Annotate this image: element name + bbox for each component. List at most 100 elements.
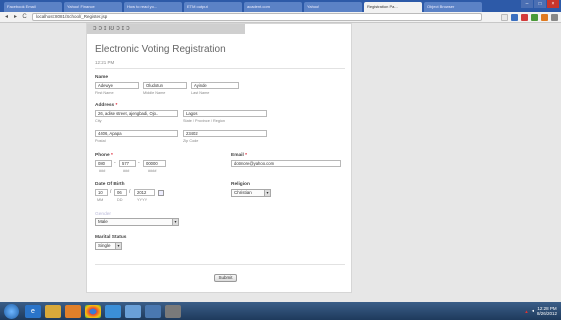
browser-toolbar: ◂ ▸ C localhost:8081/School/_Register.js… (0, 12, 561, 23)
dob-month-sublabel: MM (97, 198, 104, 202)
gender-selected: Male (98, 219, 108, 224)
phone-label: Phone * (95, 153, 113, 158)
gender-select[interactable]: Male ▾ (95, 218, 179, 226)
dob-month-input[interactable]: 10 (95, 189, 108, 196)
clock-date: 8/26/2012 (536, 311, 557, 316)
menu-icon[interactable] (551, 13, 558, 21)
marital-status-selected: Single (98, 243, 111, 248)
date-separator: / (129, 189, 131, 195)
extension-icon[interactable] (511, 13, 518, 21)
name-label: Name (95, 75, 109, 80)
chevron-down-icon: ▾ (115, 243, 121, 249)
date-separator: / (110, 189, 112, 195)
tab[interactable]: Object Browser (424, 2, 482, 12)
page-title: Electronic Voting Registration (95, 44, 226, 55)
volume-icon[interactable]: ◂ (532, 308, 534, 314)
tab[interactable]: ETM output (184, 2, 242, 12)
address-label: Address * (95, 103, 117, 108)
extension-icon[interactable] (521, 13, 528, 21)
religion-select[interactable]: Christian ▾ (231, 189, 271, 197)
required-marker: * (115, 103, 118, 108)
folder-icon[interactable] (45, 304, 61, 318)
tab-active[interactable]: Registration Pa... (364, 2, 422, 12)
state-input[interactable]: Lagos (183, 110, 267, 117)
address-label-text: Address (95, 103, 115, 108)
phone-area-input[interactable]: 080 (95, 160, 112, 167)
forward-icon[interactable]: ▸ (12, 14, 19, 21)
tab[interactable]: How to read yo... (124, 2, 182, 12)
clock[interactable]: 12:28 PM 8/26/2012 (537, 306, 557, 316)
phone-label-text: Phone (95, 153, 110, 158)
address-street-input[interactable]: 26, adise street, ajengbadi, Ojo.. (95, 110, 178, 117)
dob-label: Date Of Birth (95, 182, 125, 187)
extension-icon[interactable] (541, 13, 548, 21)
star-icon[interactable] (501, 13, 508, 21)
city-sublabel: City (95, 119, 102, 123)
phone-separator: - (138, 160, 140, 166)
phone-line-input[interactable]: 00000 (143, 160, 166, 167)
registration-form: ɔ ɔ ɪ ıʊ ɔ ɪ ɔ Electronic Voting Registr… (86, 23, 352, 293)
start-button[interactable] (4, 303, 19, 319)
dob-day-input[interactable]: 06 (114, 189, 127, 196)
religion-label: Religion (231, 182, 250, 187)
phone-separator: - (114, 160, 116, 166)
marital-status-select[interactable]: Single ▾ (95, 242, 122, 250)
dob-year-sublabel: YYYY (137, 198, 148, 202)
chrome-icon[interactable] (85, 304, 101, 318)
close-button[interactable]: × (547, 0, 559, 8)
zip-input[interactable]: 23402 (183, 130, 267, 137)
window-controls: – □ × (520, 0, 559, 8)
calendar-icon[interactable] (158, 190, 164, 196)
state-sublabel: State / Province / Region (183, 119, 225, 123)
back-icon[interactable]: ◂ (3, 14, 10, 21)
app-icon[interactable] (105, 304, 121, 318)
tab[interactable]: Facebook Email (4, 2, 62, 12)
media-player-icon[interactable] (65, 304, 81, 318)
page-header-strip: ɔ ɔ ɪ ıʊ ɔ ɪ ɔ (87, 24, 245, 34)
divider (95, 264, 345, 265)
browser-tab-bar: Facebook Email Yahoo! Finance How to rea… (0, 0, 561, 12)
marital-status-label: Marital Status (95, 235, 127, 240)
last-name-sublabel: Last Name (191, 91, 210, 95)
submit-button[interactable]: Submit (214, 274, 237, 282)
tab[interactable]: Yahoo! Finance (64, 2, 122, 12)
tab[interactable]: acadent.com (244, 2, 302, 12)
app-icon[interactable] (165, 304, 181, 318)
postal-sublabel: Postal (95, 139, 106, 143)
taskbar: e ▲ ◂ 12:28 PM 8/26/2012 (0, 302, 561, 320)
middle-name-sublabel: Middle Name (143, 91, 166, 95)
phone-prefix-input[interactable]: 577 (119, 160, 136, 167)
divider (95, 68, 345, 69)
address-bar[interactable]: localhost:8081/School/_Register.jsp (32, 13, 482, 21)
required-marker: * (245, 153, 248, 158)
tab[interactable]: Yahoo! (304, 2, 362, 12)
reload-icon[interactable]: C (21, 14, 28, 21)
dob-day-sublabel: DD (117, 198, 123, 202)
network-icon[interactable]: ▲ (524, 309, 528, 314)
gender-label: Gender (95, 212, 111, 217)
email-input[interactable]: dotmore@yahoo.com (231, 160, 341, 167)
first-name-sublabel: First Name (95, 91, 114, 95)
app-icon[interactable] (145, 304, 161, 318)
time-label: 12:21 PM (95, 60, 115, 65)
system-tray: ▲ ◂ 12:28 PM 8/26/2012 (524, 306, 561, 316)
dob-year-input[interactable]: 2012 (134, 189, 155, 196)
phone-prefix-sublabel: ### (123, 169, 130, 173)
religion-selected: Christian (234, 190, 252, 195)
chevron-down-icon: ▾ (264, 190, 270, 196)
phone-line-sublabel: #### (148, 169, 157, 173)
email-label-text: Email (231, 153, 244, 158)
chevron-down-icon: ▾ (172, 219, 178, 225)
phone-area-sublabel: ### (99, 169, 106, 173)
maximize-button[interactable]: □ (534, 0, 546, 8)
postal-input[interactable]: 4406, Apapa (95, 130, 178, 137)
app-icon[interactable] (125, 304, 141, 318)
extension-icon[interactable] (531, 13, 538, 21)
first-name-input[interactable]: Adewye (95, 82, 139, 89)
last-name-input[interactable]: Ayinde (191, 82, 239, 89)
required-marker: * (111, 153, 113, 158)
middle-name-input[interactable]: Oludotun (143, 82, 187, 89)
minimize-button[interactable]: – (521, 0, 533, 8)
ie-icon[interactable]: e (25, 304, 41, 318)
email-label: Email * (231, 153, 247, 158)
